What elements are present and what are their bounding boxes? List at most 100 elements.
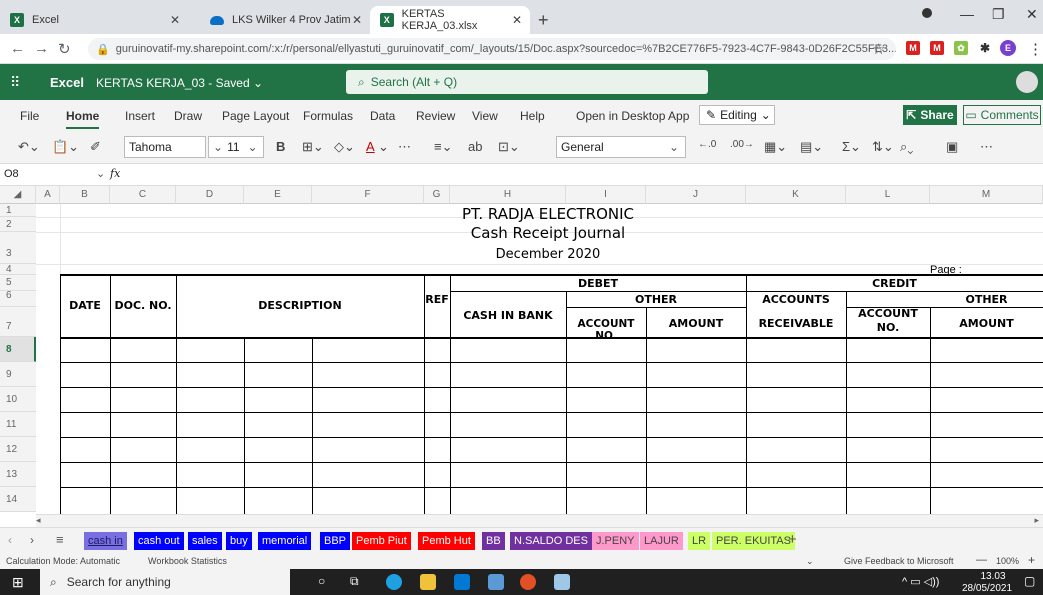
tab-formulas[interactable]: Formulas (303, 109, 353, 123)
column-header[interactable]: L (846, 186, 930, 204)
sheet-tab[interactable]: PER. EKUITAS (712, 532, 795, 550)
all-sheets-icon[interactable]: ≡ (56, 532, 64, 547)
format-table-icon[interactable]: ▤⌄ (800, 139, 823, 155)
tab-home[interactable]: Home (66, 109, 100, 129)
scroll-left-icon[interactable]: ◂ (36, 515, 41, 526)
prev-sheet-icon[interactable]: ‹ (8, 533, 12, 547)
column-header[interactable]: H (450, 186, 566, 204)
search-input[interactable]: ⌕ Search (Alt + Q) (346, 70, 708, 94)
cortana-icon[interactable]: ○ (318, 574, 325, 588)
close-icon[interactable]: ✕ (512, 13, 522, 27)
conditional-format-icon[interactable]: ▦⌄ (764, 139, 787, 155)
wrap-text-icon[interactable]: ab (468, 139, 482, 154)
undo-icon[interactable]: ↶⌄ (18, 139, 40, 155)
tab-data[interactable]: Data (370, 109, 395, 123)
browser-tab-kertas-kerja[interactable]: X KERTAS KERJA_03.xlsx ✕ (370, 6, 530, 34)
tab-file[interactable]: File (20, 109, 39, 123)
feedback-link[interactable]: Give Feedback to Microsoft (844, 556, 954, 566)
more-icon[interactable]: ⋯ (398, 139, 411, 155)
menu-icon[interactable]: ⋮ (1028, 40, 1043, 58)
chevron-down-icon[interactable]: ⌄ (378, 139, 389, 155)
paste-icon[interactable]: 📋⌄ (52, 139, 79, 155)
merge-icon[interactable]: ⊡⌄ (498, 139, 520, 155)
name-box[interactable]: O8 (4, 168, 19, 180)
forward-icon[interactable]: → (34, 40, 49, 57)
star-icon[interactable]: ☆ (872, 40, 885, 58)
formula-input[interactable] (128, 164, 1043, 186)
browser-tab-onedrive[interactable]: LKS Wilker 4 Prov Jatim - OneDri ✕ (200, 6, 370, 34)
more-options-icon[interactable]: ⋯ (980, 139, 993, 155)
scroll-right-icon[interactable]: ▸ (1034, 515, 1039, 526)
row-header[interactable]: 4 (0, 264, 36, 275)
editing-mode-button[interactable]: ✎ Editing ⌄ (699, 105, 775, 125)
calc-mode[interactable]: Calculation Mode: Automatic (6, 556, 120, 566)
extension-icon[interactable]: M (906, 41, 920, 55)
tab-review[interactable]: Review (416, 109, 455, 123)
column-header[interactable]: A (36, 186, 60, 204)
sheet-tab[interactable]: memorial (258, 532, 312, 550)
sheet-tab[interactable]: BB (482, 532, 505, 550)
taskbar-search[interactable]: ⌕ Search for anything (40, 569, 290, 595)
column-header[interactable]: C (110, 186, 176, 204)
font-family-select[interactable]: Tahoma (124, 136, 206, 158)
maximize-button[interactable]: ❐ (992, 6, 1005, 23)
fill-color-icon[interactable]: ◇⌄ (334, 139, 355, 155)
row-header[interactable]: 9 (0, 362, 36, 387)
clock-date[interactable]: 28/05/2021 (962, 583, 1012, 594)
row-header[interactable]: 6 (0, 291, 36, 307)
sheet-tab[interactable]: cash out (134, 532, 184, 550)
sheet-tab[interactable]: cash in (84, 532, 127, 550)
column-header[interactable]: B (60, 186, 110, 204)
sheet-tab[interactable]: BBP (320, 532, 351, 550)
row-header[interactable]: 10 (0, 387, 36, 412)
spreadsheet-grid[interactable]: ◢ A B C D E F G H I J K L M 1 2 3 4 5 6 … (0, 186, 1043, 514)
sheet-tab[interactable]: sales (188, 532, 222, 550)
avatar[interactable] (1016, 71, 1038, 93)
row-header[interactable]: 8 (0, 337, 36, 362)
notification-icon[interactable]: ▢ (1024, 574, 1035, 588)
minimize-button[interactable]: — (960, 6, 974, 22)
row-header[interactable]: 12 (0, 437, 36, 462)
tab-draw[interactable]: Draw (174, 109, 202, 123)
decrease-decimal-icon[interactable]: .00→ (730, 139, 754, 150)
add-ins-icon[interactable]: ▣ (946, 139, 958, 155)
sheet-tab[interactable]: LAJUR (640, 532, 683, 550)
column-header[interactable]: J (646, 186, 746, 204)
column-header[interactable]: G (424, 186, 450, 204)
add-sheet-button[interactable]: + (788, 531, 797, 548)
record-icon[interactable] (922, 8, 932, 18)
bold-button[interactable]: B (276, 139, 285, 154)
close-icon[interactable]: ✕ (352, 13, 362, 27)
autosum-icon[interactable]: Σ⌄ (842, 139, 861, 155)
browser-tab-excel[interactable]: X Excel ✕ (0, 6, 188, 34)
sheet-tab[interactable]: J.PENY (592, 532, 639, 550)
windows-start-icon[interactable]: ⊞ (12, 574, 24, 591)
open-desktop-app-link[interactable]: Open in Desktop App (576, 109, 689, 123)
next-sheet-icon[interactable]: › (30, 533, 34, 547)
chevron-down-icon[interactable]: ⌄ (96, 167, 105, 180)
column-header[interactable]: M (930, 186, 1043, 204)
puzzle-icon[interactable]: ✱ (978, 41, 992, 55)
store-icon[interactable] (488, 574, 504, 590)
share-button[interactable]: ⇱ Share (903, 105, 957, 125)
chrome-icon[interactable] (520, 574, 536, 590)
column-header[interactable]: F (312, 186, 424, 204)
new-tab-button[interactable]: + (538, 10, 549, 31)
document-name[interactable]: KERTAS KERJA_03 - Saved ⌄ (96, 76, 263, 90)
app-launcher-icon[interactable]: ⠿ (10, 74, 20, 91)
horizontal-scrollbar[interactable]: ◂ ▸ (36, 514, 1043, 527)
sheet-tab[interactable]: LR (688, 532, 711, 550)
sheet-tab[interactable]: Pemb Hut (418, 532, 475, 550)
sheet-tab[interactable]: N.SALDO DES (510, 532, 592, 550)
tab-help[interactable]: Help (520, 109, 545, 123)
zoom-level[interactable]: 100% (996, 556, 1019, 566)
borders-icon[interactable]: ⊞⌄ (302, 139, 324, 155)
function-icon[interactable]: fx (110, 167, 120, 180)
reload-icon[interactable]: ↻ (58, 40, 71, 58)
font-size-select[interactable]: ⌄ 11 ⌄ (208, 136, 264, 158)
close-window-button[interactable]: ✕ (1026, 6, 1038, 23)
row-header[interactable]: 14 (0, 487, 36, 512)
profile-avatar[interactable]: E (1000, 40, 1016, 56)
zoom-in-icon[interactable]: + (1028, 553, 1035, 567)
workbook-statistics[interactable]: Workbook Statistics (148, 556, 227, 566)
